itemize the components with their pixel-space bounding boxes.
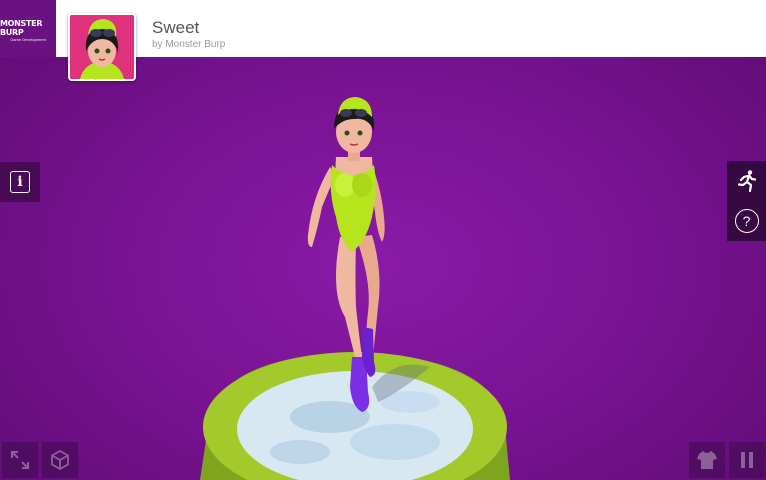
question-icon: ? (734, 209, 759, 233)
thumbnail-portrait (70, 15, 134, 79)
vr-button[interactable] (42, 442, 78, 478)
model-thumbnail[interactable] (68, 13, 136, 81)
help-button[interactable]: ? (727, 201, 766, 241)
header-bar: MONSTER BURP Game Development Sweet by M… (0, 0, 766, 81)
fullscreen-button[interactable] (2, 442, 38, 478)
fullscreen-icon (11, 451, 29, 469)
logo-subtext: Game Development (10, 37, 46, 42)
pause-icon (741, 452, 753, 468)
model-title: Sweet (152, 18, 200, 37)
right-control-panel: ? (727, 161, 766, 241)
info-icon: i (10, 171, 30, 193)
model-viewport[interactable] (0, 57, 766, 480)
running-figure-icon (737, 170, 756, 193)
model-author[interactable]: by Monster Burp (152, 39, 225, 50)
info-button[interactable]: i (0, 162, 40, 202)
logo-text: MONSTER BURP (0, 19, 43, 37)
publisher-logo[interactable]: MONSTER BURP Game Development (0, 0, 56, 57)
shirt-icon (697, 451, 717, 469)
animation-button[interactable] (727, 161, 766, 201)
pause-button[interactable] (729, 442, 765, 478)
vr-cube-icon (51, 449, 69, 471)
outfit-button[interactable] (689, 442, 725, 478)
